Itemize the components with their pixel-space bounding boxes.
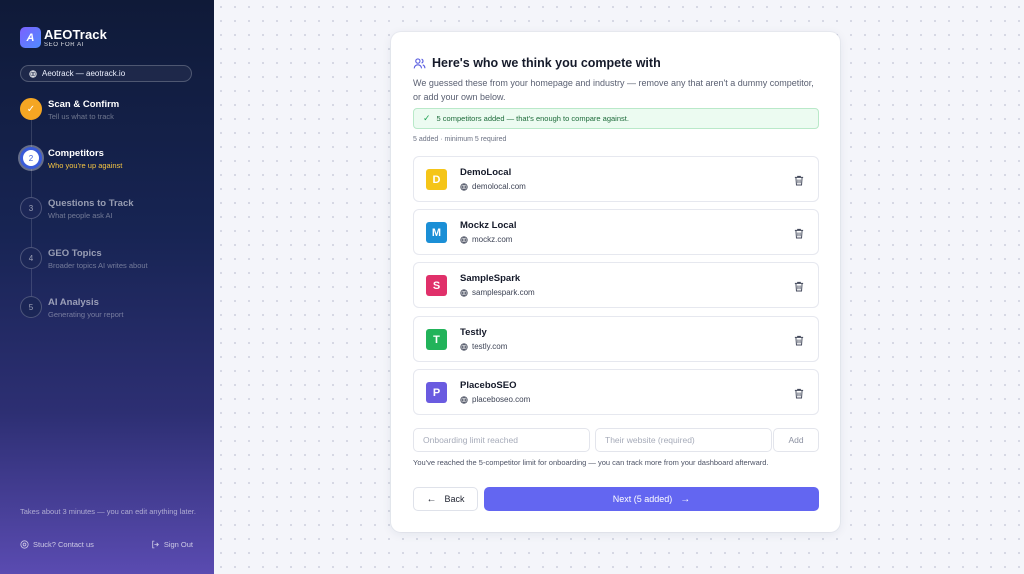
sign-out-link[interactable]: Sign Out <box>151 538 193 550</box>
competitor-name: DemoLocal <box>460 167 512 178</box>
step-questions[interactable]: 3 Questions to Track What people ask AI <box>20 197 210 233</box>
sidebar-footer: Stuck? Contact us Sign Out <box>20 538 193 550</box>
step-number: 2 <box>20 147 42 169</box>
competitor-domain: placeboseo.com <box>472 395 531 404</box>
brand-tagline: SEO FOR AI <box>44 41 85 48</box>
sign-out-icon <box>152 540 159 548</box>
step-subtitle: What people ask AI <box>48 211 113 220</box>
card-title-text: Here's who we think you compete with <box>432 56 661 70</box>
competitor-website-input[interactable] <box>595 428 772 452</box>
sidebar: A AEOTrack SEO FOR AI Aeotrack — aeotrac… <box>0 0 214 574</box>
site-label: Aeotrack — aeotrack.io <box>42 69 126 78</box>
step-scan-confirm[interactable]: ✓ Scan & Confirm Tell us what to track <box>20 98 210 134</box>
step-title: AI Analysis <box>48 297 99 308</box>
globe-icon <box>460 288 468 297</box>
back-label: Back <box>444 494 465 504</box>
contact-label: Stuck? Contact us <box>33 539 94 549</box>
globe-icon <box>460 235 468 244</box>
success-alert: ✓ 5 competitors added — that's enough to… <box>413 108 819 129</box>
trash-icon <box>794 388 804 398</box>
step-title: GEO Topics <box>48 248 102 259</box>
arrow-right-icon: → <box>680 493 691 505</box>
contact-link[interactable]: Stuck? Contact us <box>20 538 94 550</box>
trash-icon <box>794 335 804 345</box>
arrow-left-icon: ← <box>426 493 437 505</box>
logo-mark-icon: A <box>20 27 41 48</box>
competitor-name: Mockz Local <box>460 220 517 231</box>
time-note: Takes about 3 minutes — you can edit any… <box>20 507 196 516</box>
competitor-domain-line: mockz.com <box>460 235 512 244</box>
users-icon <box>413 57 426 68</box>
delete-competitor-button[interactable] <box>792 226 806 240</box>
step-title: Competitors <box>48 148 104 159</box>
competitor-row: M Mockz Local mockz.com <box>413 209 819 255</box>
brand-logo[interactable]: A AEOTrack SEO FOR AI <box>20 27 107 48</box>
competitor-domain: testly.com <box>472 342 508 351</box>
count-note: 5 added · minimum 5 required <box>413 136 507 143</box>
step-title: Scan & Confirm <box>48 99 120 110</box>
competitor-domain-line: samplespark.com <box>460 288 535 297</box>
competitor-name: PlaceboSEO <box>460 380 517 391</box>
competitor-domain: mockz.com <box>472 235 513 244</box>
card-description: We guessed these from your homepage and … <box>413 78 814 102</box>
competitor-name: SampleSpark <box>460 273 521 284</box>
competitor-row: T Testly testly.com <box>413 316 819 362</box>
step-ai-analysis[interactable]: 5 AI Analysis Generating your report <box>20 296 210 332</box>
competitor-logo: S <box>426 275 447 296</box>
step-check-icon: ✓ <box>20 98 42 120</box>
add-competitor-button[interactable]: Add <box>773 428 819 452</box>
competitor-logo: D <box>426 169 447 190</box>
competitor-domain-line: demolocal.com <box>460 182 526 191</box>
competitor-logo: M <box>426 222 447 243</box>
step-competitors[interactable]: 2 Competitors Who you're up against <box>20 147 210 183</box>
site-selector[interactable]: Aeotrack — aeotrack.io <box>20 65 192 82</box>
delete-competitor-button[interactable] <box>792 173 806 187</box>
competitor-row: P PlaceboSEO placeboseo.com <box>413 369 819 415</box>
competitor-logo: T <box>426 329 447 350</box>
competitor-domain: samplespark.com <box>472 288 535 297</box>
globe-icon <box>460 395 468 404</box>
step-geo-topics[interactable]: 4 GEO Topics Broader topics AI writes ab… <box>20 247 210 283</box>
competitor-domain: demolocal.com <box>472 182 526 191</box>
sign-out-label: Sign Out <box>163 539 193 549</box>
trash-icon <box>794 228 804 238</box>
globe-icon <box>460 342 468 351</box>
step-subtitle: Tell us what to track <box>48 112 114 121</box>
competitor-name-input[interactable] <box>413 428 590 452</box>
help-icon <box>20 539 29 549</box>
competitor-domain-line: testly.com <box>460 342 507 351</box>
next-label: Next (5 added) <box>612 494 673 504</box>
main-area: Here's who we think you compete with We … <box>214 0 1024 574</box>
next-button[interactable]: Next (5 added) → <box>484 487 819 511</box>
competitors-card: Here's who we think you compete with We … <box>391 32 840 532</box>
competitor-row: S SampleSpark samplespark.com <box>413 262 819 308</box>
back-button[interactable]: ← Back <box>413 487 478 511</box>
step-number: 4 <box>20 247 42 269</box>
competitor-name: Testly <box>460 327 487 338</box>
success-message: 5 competitors added — that's enough to c… <box>436 114 629 123</box>
globe-icon <box>29 69 37 78</box>
step-number: 5 <box>20 296 42 318</box>
delete-competitor-button[interactable] <box>792 333 806 347</box>
step-title: Questions to Track <box>48 198 134 209</box>
step-subtitle: Broader topics AI writes about <box>48 261 148 270</box>
globe-icon <box>460 182 468 191</box>
limit-note: You've reached the 5-competitor limit fo… <box>413 458 769 467</box>
delete-competitor-button[interactable] <box>792 386 806 400</box>
competitor-row: D DemoLocal demolocal.com <box>413 156 819 202</box>
step-subtitle: Who you're up against <box>48 161 123 170</box>
brand-name: AEOTrack <box>44 26 107 42</box>
delete-competitor-button[interactable] <box>792 279 806 293</box>
check-icon: ✓ <box>423 113 431 123</box>
card-title: Here's who we think you compete with <box>413 56 661 70</box>
trash-icon <box>794 281 804 291</box>
competitor-logo: P <box>426 382 447 403</box>
step-number: 3 <box>20 197 42 219</box>
competitor-domain-line: placeboseo.com <box>460 395 530 404</box>
step-subtitle: Generating your report <box>48 310 124 319</box>
trash-icon <box>794 175 804 185</box>
